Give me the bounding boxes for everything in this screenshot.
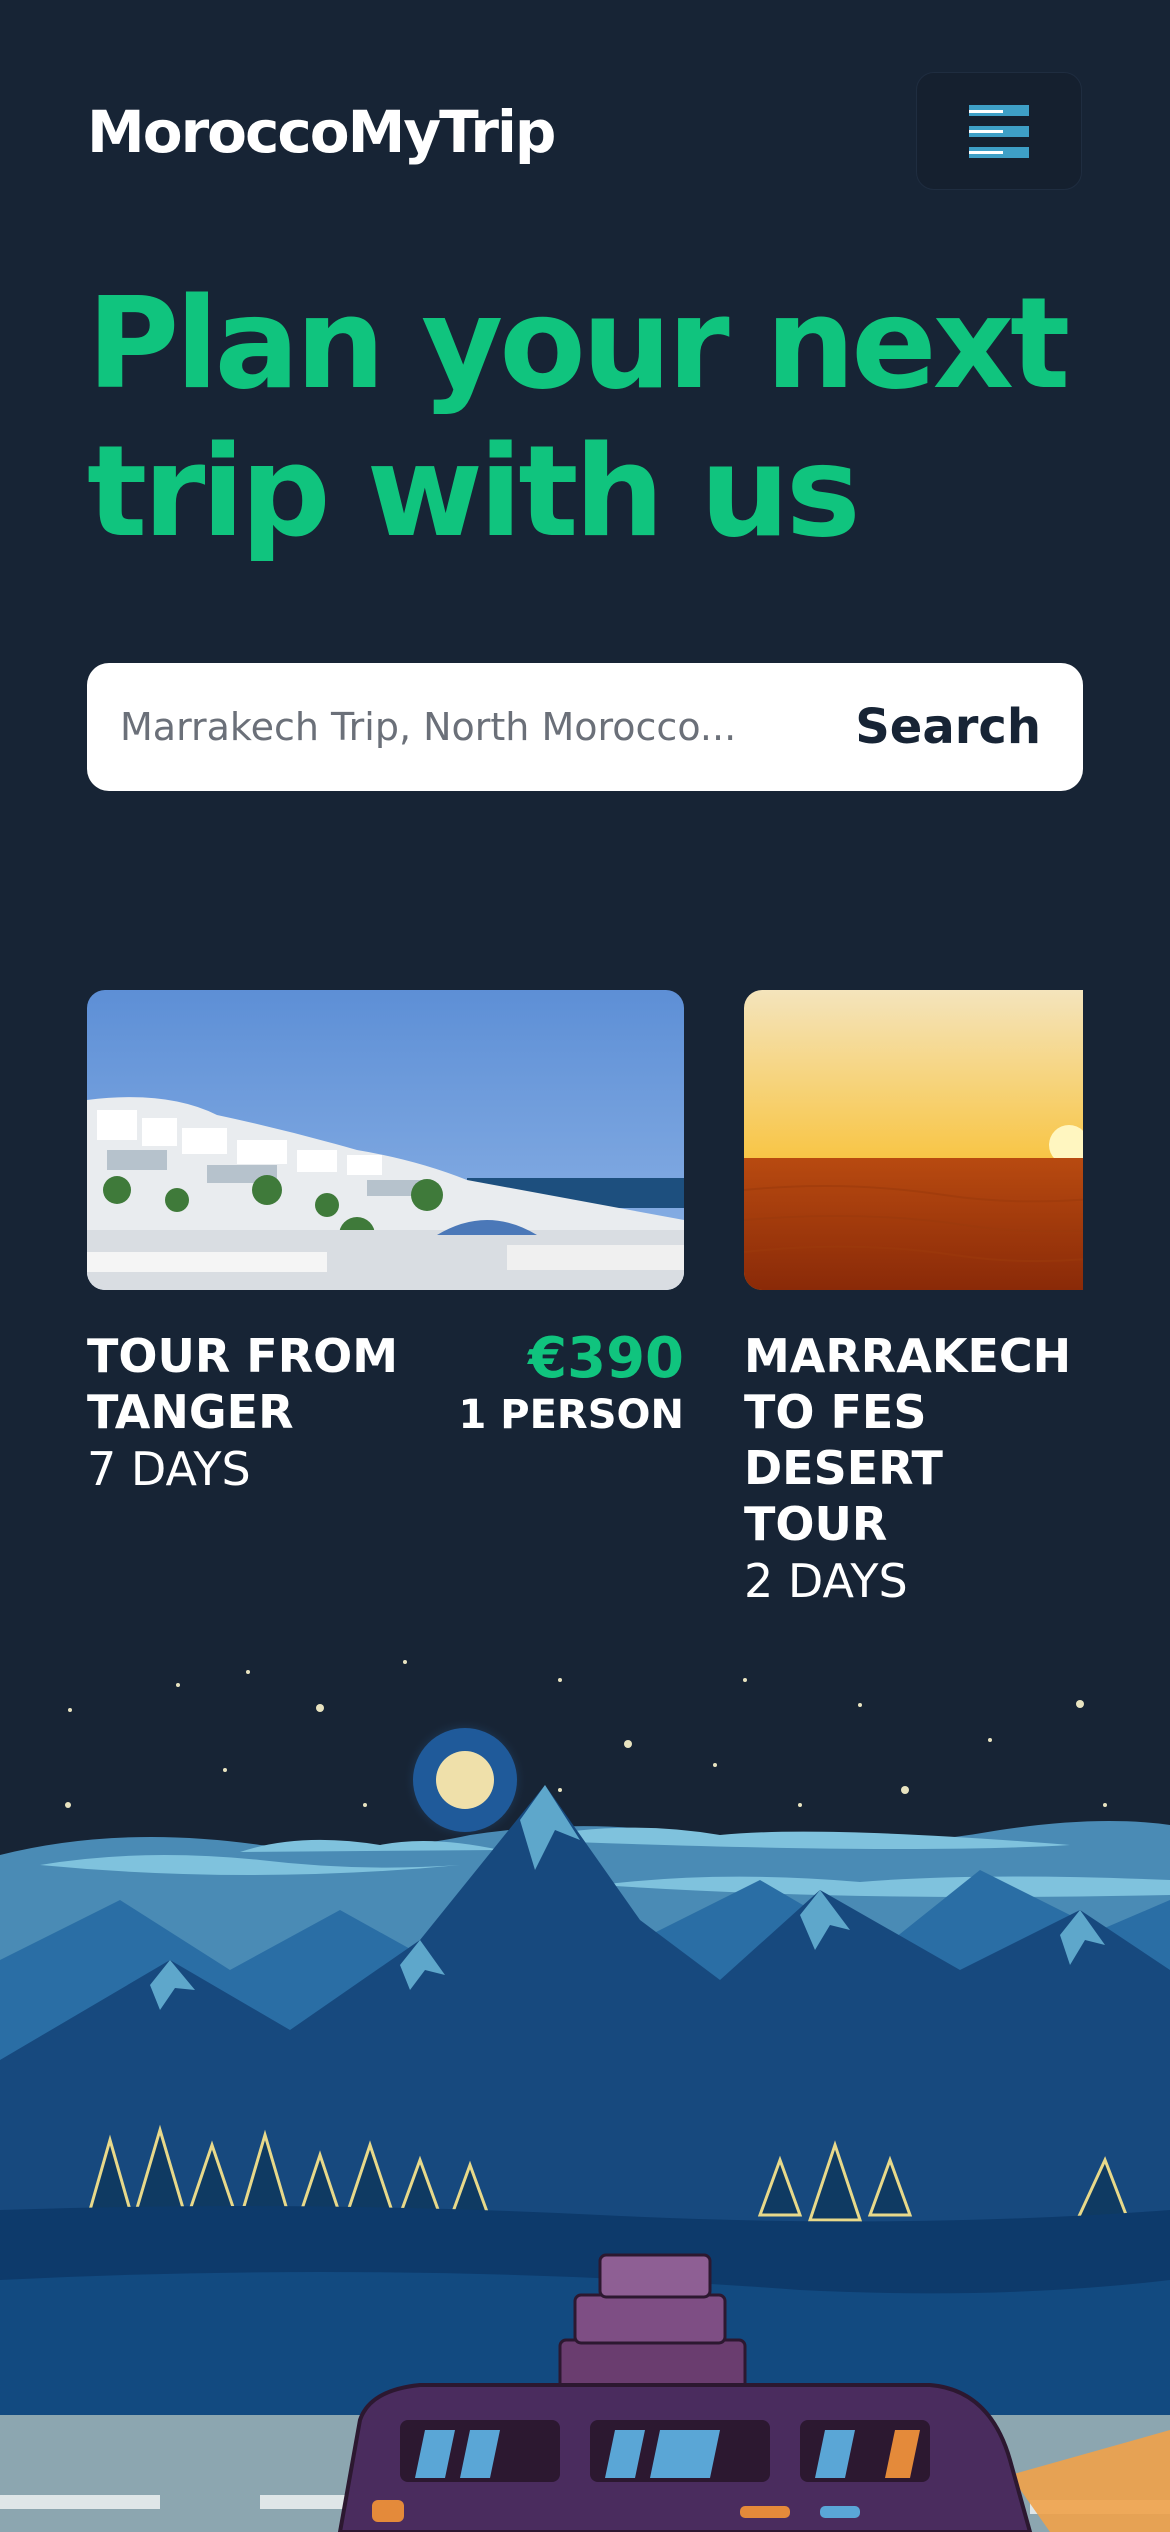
tour-title-line-1: MARRAKECH	[744, 1329, 1072, 1383]
brand-logo[interactable]: MoroccoMyTrip	[87, 98, 556, 166]
search-input[interactable]	[120, 705, 800, 749]
tour-card-text: MARRAKECH TO FES DESERT TOUR 2 DAYS	[744, 1328, 1071, 1610]
tour-title-line-2: TO FES	[744, 1385, 927, 1439]
tour-title-line-3: DESERT	[744, 1441, 943, 1495]
tour-card-text: TOUR FROM TANGER 7 DAYS	[87, 1328, 398, 1498]
tour-title-line-2: TANGER	[87, 1385, 294, 1439]
top-header: MoroccoMyTrip	[0, 0, 1170, 250]
tour-card-title[interactable]: MARRAKECH TO FES DESERT TOUR	[744, 1328, 1071, 1552]
night-mountain-van-illustration	[0, 1640, 1170, 2532]
tour-title-line-4: TOUR	[744, 1497, 888, 1551]
tour-persons: 1 PERSON	[458, 1392, 685, 1438]
tour-duration: 2 DAYS	[744, 1554, 908, 1608]
tours-carousel[interactable]: TOUR FROM TANGER 7 DAYS €390 1 PERSON MA…	[87, 990, 1083, 1630]
tour-card[interactable]: MARRAKECH TO FES DESERT TOUR 2 DAYS	[744, 990, 1083, 1610]
tour-card-title[interactable]: TOUR FROM TANGER	[87, 1328, 398, 1440]
tour-card-info: TOUR FROM TANGER 7 DAYS €390 1 PERSON	[87, 1328, 684, 1498]
hero-title-line-2: trip with us	[87, 418, 861, 565]
tour-card-image[interactable]	[744, 990, 1083, 1290]
hero-title: Plan your next trip with us	[87, 270, 1087, 566]
hero-title-line-1: Plan your next	[87, 270, 1070, 417]
tour-price: €390	[528, 1326, 684, 1391]
tour-card-info: MARRAKECH TO FES DESERT TOUR 2 DAYS	[744, 1328, 1083, 1610]
menu-button[interactable]	[916, 72, 1082, 190]
tour-price-block: €390 1 PERSON	[459, 1328, 685, 1498]
tour-card[interactable]: TOUR FROM TANGER 7 DAYS €390 1 PERSON	[87, 990, 684, 1498]
tour-title-line-1: TOUR FROM	[87, 1329, 398, 1383]
hamburger-menu-icon	[969, 105, 1029, 158]
tour-duration: 7 DAYS	[87, 1442, 251, 1496]
tour-card-image[interactable]	[87, 990, 684, 1290]
search-button[interactable]: Search	[855, 699, 1041, 755]
search-bar: Search	[87, 663, 1083, 791]
